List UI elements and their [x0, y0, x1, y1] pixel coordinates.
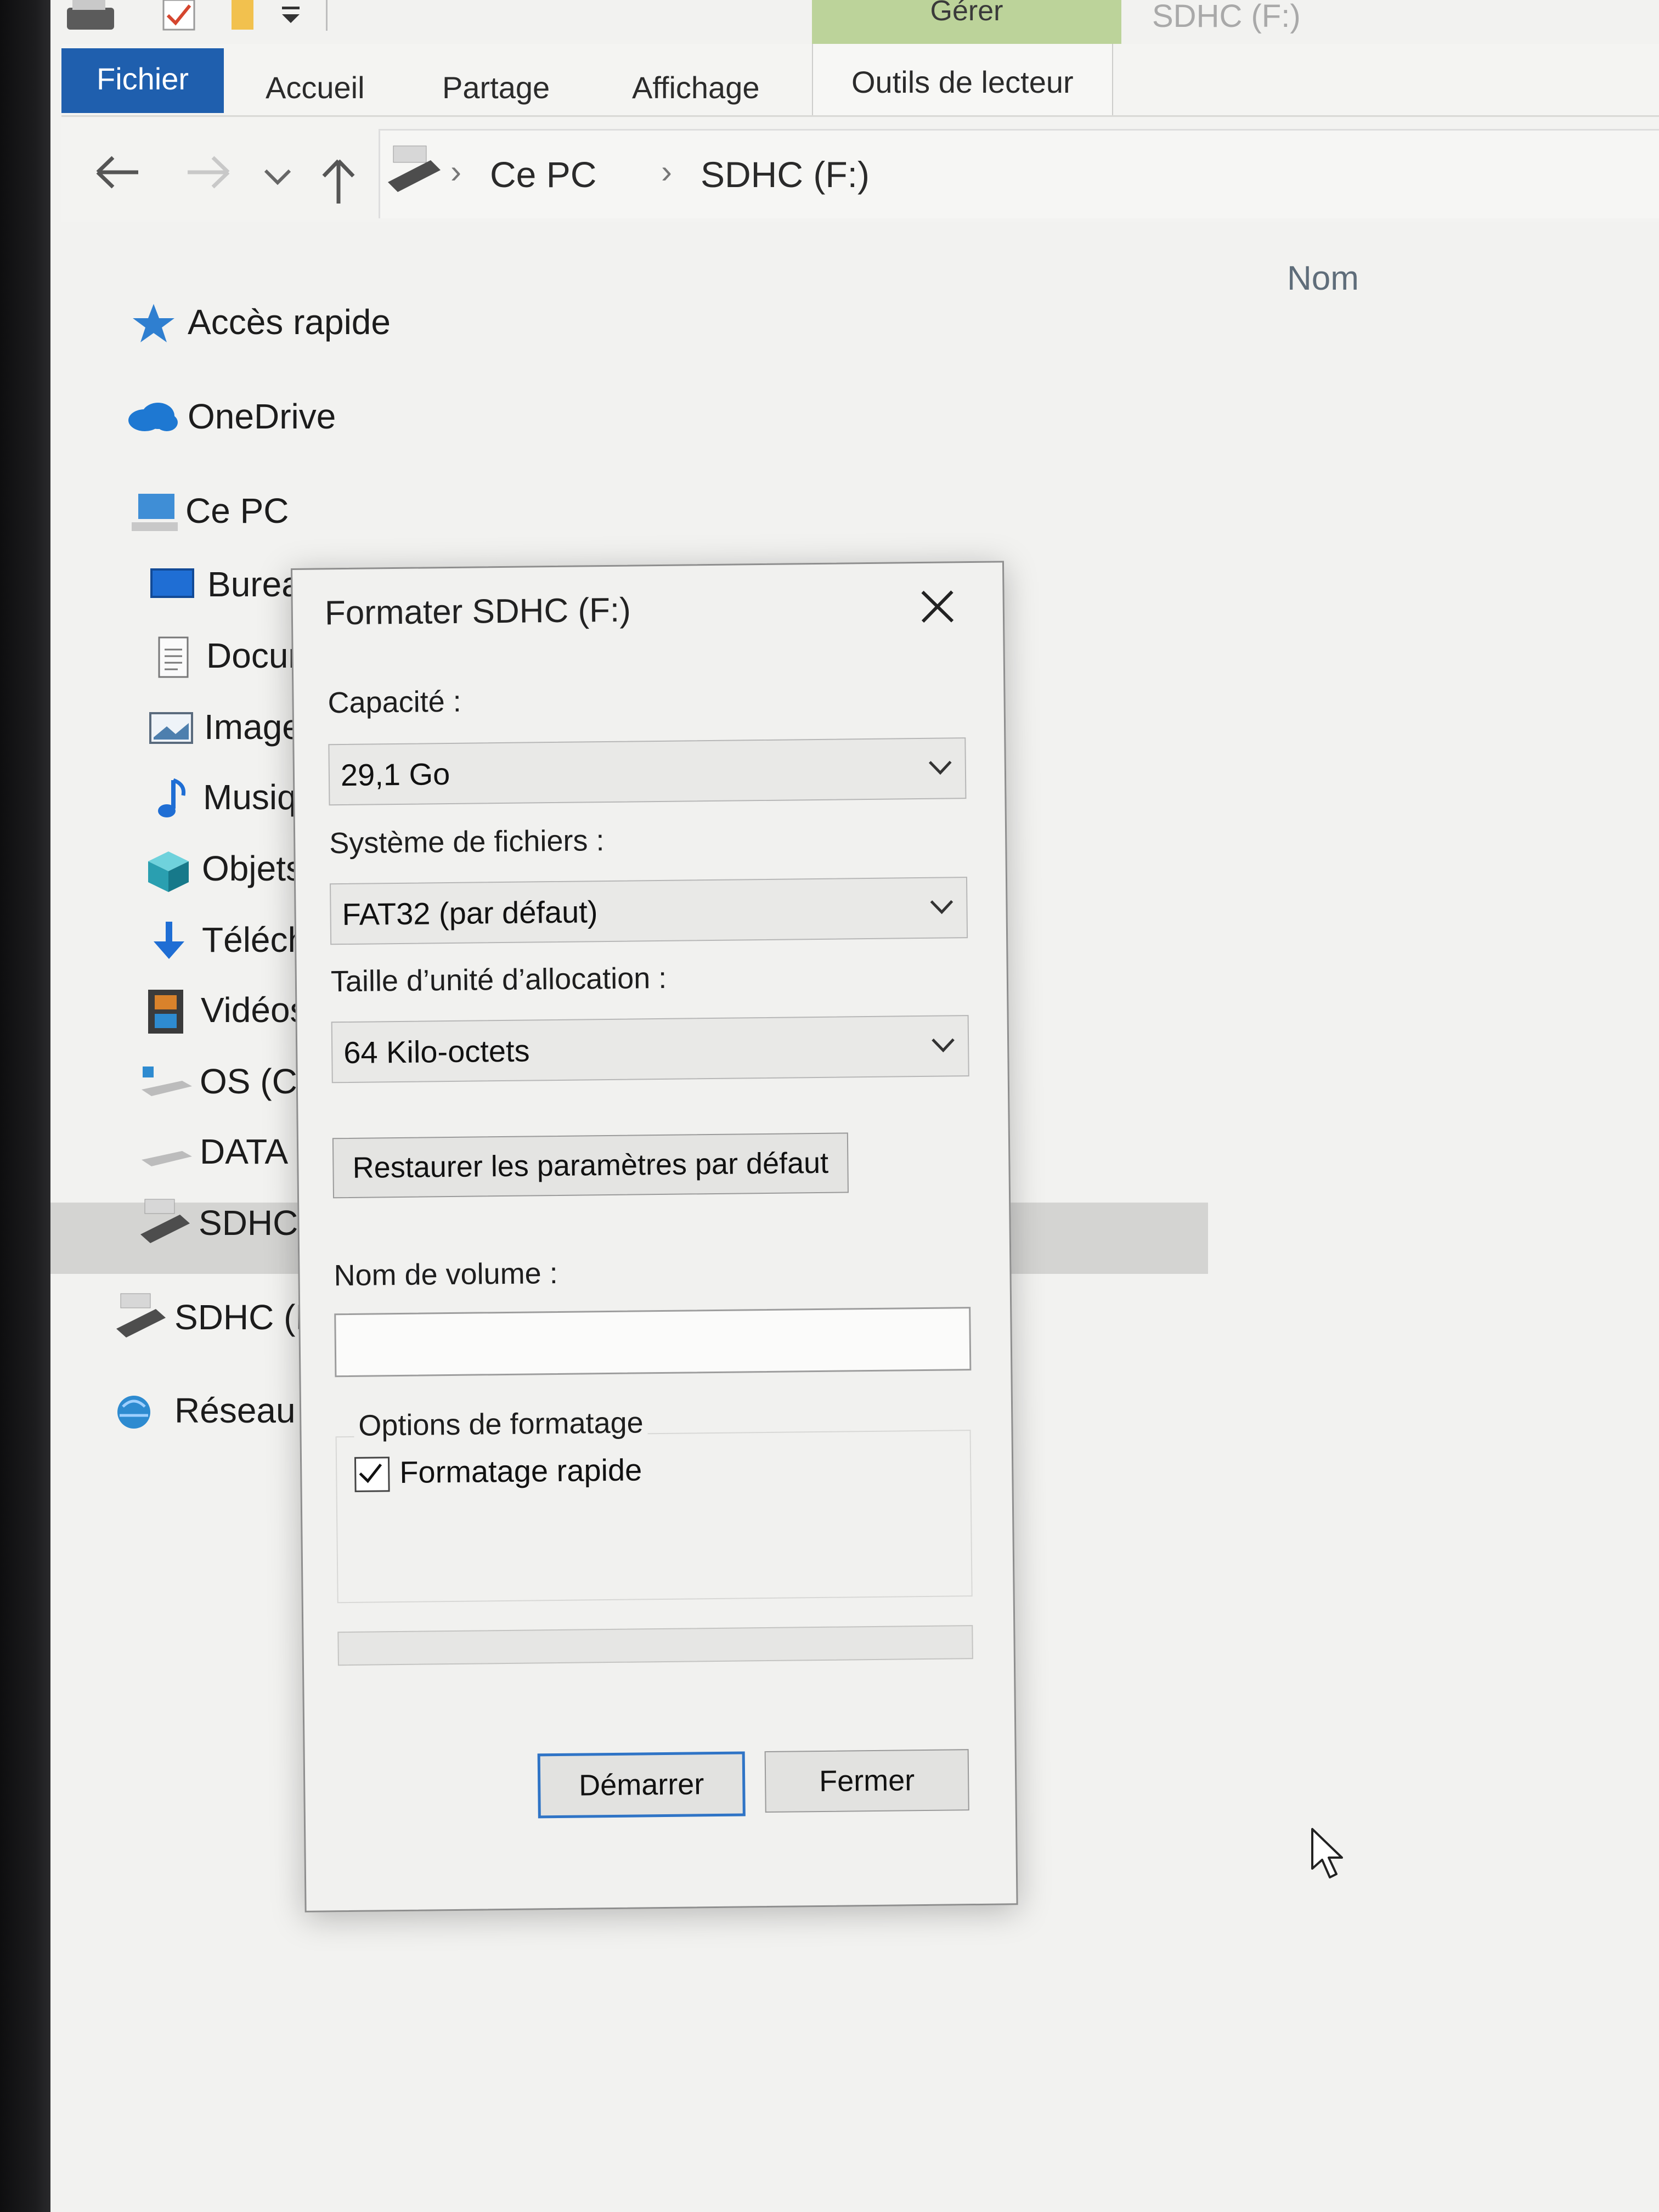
- tab-share[interactable]: Partage: [442, 60, 550, 115]
- desktop-icon: [150, 568, 194, 598]
- address-bar[interactable]: › Ce PC › SDHC (F:): [379, 129, 1659, 218]
- film-icon: [148, 990, 183, 1034]
- sidebar-item-data[interactable]: DATA: [142, 1131, 289, 1172]
- checkmark-icon: [359, 1463, 382, 1483]
- allocation-label: Taille d’unité d’allocation :: [330, 961, 667, 998]
- download-icon: [154, 922, 184, 959]
- cloud-icon: [128, 403, 178, 431]
- back-arrow-icon[interactable]: [93, 153, 143, 191]
- chevron-down-icon: [928, 760, 952, 775]
- tab-home[interactable]: Accueil: [266, 60, 365, 115]
- quick-format-label[interactable]: Formatage rapide: [399, 1452, 642, 1490]
- filesystem-select[interactable]: FAT32 (par défaut): [330, 877, 968, 945]
- properties-icon[interactable]: [159, 0, 203, 33]
- sidebar-item-label: Réseau: [174, 1391, 296, 1430]
- toolbar-divider: [326, 0, 328, 31]
- capacity-label: Capacité :: [328, 685, 462, 720]
- format-progress-bar: [337, 1625, 973, 1666]
- column-header-name[interactable]: Nom: [1287, 259, 1359, 298]
- format-options-label: Options de formatage: [354, 1406, 648, 1443]
- up-arrow-icon[interactable]: [319, 156, 358, 206]
- cube-icon: [148, 851, 189, 892]
- sidebar-item-this-pc[interactable]: Ce PC: [132, 490, 289, 531]
- breadcrumb-separator-icon: ›: [661, 153, 672, 190]
- drive-icon: [142, 1151, 192, 1166]
- sidebar-item-quick-access[interactable]: Accès rapide: [133, 302, 391, 342]
- breadcrumb-this-pc[interactable]: Ce PC: [490, 154, 596, 195]
- filesystem-value: FAT32 (par défaut): [342, 894, 598, 932]
- chevron-down-icon: [932, 1038, 955, 1053]
- tab-view[interactable]: Affichage: [632, 60, 759, 115]
- sidebar-item-label: Accès rapide: [188, 302, 391, 342]
- network-icon: [117, 1396, 150, 1429]
- dialog-title: Formater SDHC (F:): [324, 591, 631, 633]
- restore-defaults-button[interactable]: Restaurer les paramètres par défaut: [332, 1132, 849, 1199]
- sd-card-icon: [140, 1199, 190, 1243]
- forward-arrow-icon[interactable]: [183, 153, 233, 191]
- tab-file[interactable]: Fichier: [61, 48, 224, 113]
- music-icon: [158, 778, 186, 817]
- sidebar-item-network[interactable]: Réseau: [117, 1390, 296, 1431]
- chevron-down-icon: [930, 900, 953, 915]
- capacity-value: 29,1 Go: [340, 756, 450, 793]
- drive-icon: [142, 1066, 192, 1096]
- sd-card-icon: [388, 145, 441, 192]
- progress-fill: [338, 1633, 339, 1665]
- sidebar-item-videos[interactable]: Vidéos: [148, 990, 308, 1034]
- filesystem-label: Système de fichiers :: [329, 824, 605, 860]
- start-button[interactable]: Démarrer: [537, 1751, 746, 1819]
- navigation-bar: › Ce PC › SDHC (F:): [61, 118, 1659, 222]
- drive-icon[interactable]: [61, 0, 122, 33]
- sd-card-icon: [116, 1293, 166, 1338]
- computer-icon: [132, 494, 178, 531]
- tab-drive-tools[interactable]: Outils de lecteur: [812, 44, 1113, 115]
- quick-access-toolbar: [61, 0, 347, 40]
- capacity-select[interactable]: 29,1 Go: [328, 737, 967, 806]
- breadcrumb-separator-icon: ›: [450, 153, 461, 190]
- sidebar-item-label: Vidéos: [201, 990, 308, 1030]
- recent-locations-chevron-icon[interactable]: [261, 164, 294, 191]
- breadcrumb-sdhc[interactable]: SDHC (F:): [701, 154, 870, 195]
- close-icon[interactable]: [912, 582, 962, 631]
- sidebar-item-onedrive[interactable]: OneDrive: [128, 396, 336, 437]
- window-title: SDHC (F:): [1152, 0, 1301, 34]
- star-icon: [133, 304, 174, 342]
- monitor-bezel: [0, 0, 50, 2212]
- allocation-value: 64 Kilo-octets: [343, 1033, 530, 1070]
- sidebar-item-label: Ce PC: [185, 491, 289, 531]
- sidebar-item-label: DATA: [200, 1132, 289, 1171]
- image-icon: [149, 712, 193, 744]
- volume-name-input[interactable]: [334, 1307, 972, 1378]
- document-icon: [158, 636, 189, 678]
- customize-qat-icon[interactable]: [274, 0, 307, 33]
- quick-format-checkbox[interactable]: [354, 1457, 390, 1492]
- format-dialog: Formater SDHC (F:) Capacité : 29,1 Go Sy…: [291, 561, 1018, 1912]
- mouse-cursor-icon: [1311, 1828, 1343, 1878]
- sidebar-item-label: OneDrive: [188, 397, 336, 436]
- volume-name-label: Nom de volume :: [334, 1256, 558, 1293]
- tab-manage[interactable]: Gérer: [812, 0, 1121, 44]
- ribbon-tabs: Fichier Accueil Partage Affichage Outils…: [61, 44, 1659, 117]
- folder-icon[interactable]: [226, 0, 264, 33]
- allocation-select[interactable]: 64 Kilo-octets: [331, 1015, 969, 1084]
- close-button[interactable]: Fermer: [764, 1749, 969, 1813]
